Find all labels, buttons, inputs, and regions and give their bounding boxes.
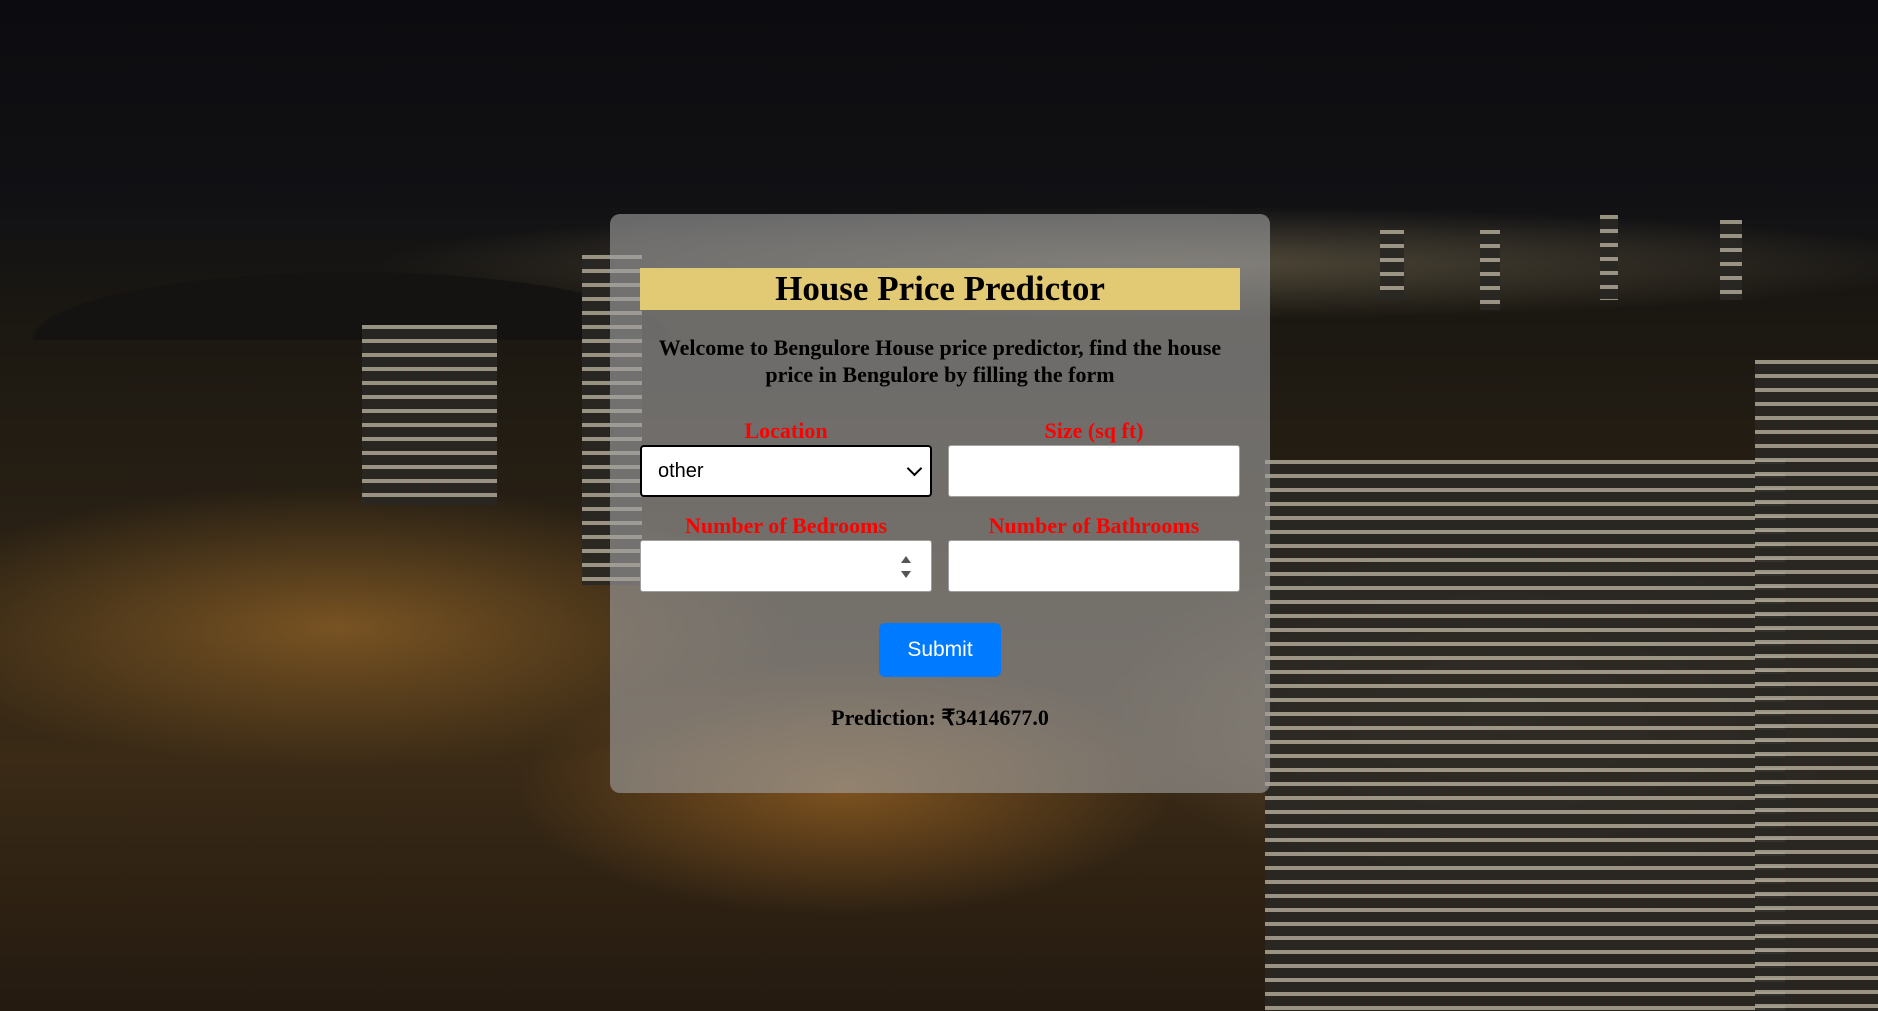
bedrooms-input[interactable]: [640, 540, 932, 592]
chevron-down-icon: [906, 460, 923, 476]
background-building: [1755, 360, 1878, 1011]
intro-text: Welcome to Bengulore House price predict…: [658, 335, 1222, 387]
location-label: Location: [744, 418, 828, 443]
size-label: Size (sq ft): [1044, 418, 1144, 443]
predictor-card: House Price Predictor Welcome to Bengulo…: [610, 214, 1270, 793]
bathrooms-label: Number of Bathrooms: [988, 513, 1200, 538]
spinner-icon[interactable]: [901, 556, 911, 578]
size-input[interactable]: [948, 445, 1240, 497]
background-building: [1380, 230, 1404, 300]
background-building: [362, 325, 497, 505]
background-building: [1600, 215, 1618, 300]
bedrooms-label: Number of Bedrooms: [684, 513, 888, 538]
background-building: [1265, 460, 1785, 1011]
location-select[interactable]: other: [640, 445, 932, 497]
spinner-up-icon[interactable]: [901, 556, 911, 563]
background-building: [1480, 230, 1500, 310]
page-title: House Price Predictor: [775, 269, 1105, 308]
title-bar: House Price Predictor: [640, 268, 1240, 310]
submit-button[interactable]: Submit: [879, 623, 1001, 677]
prediction-result: Prediction: ₹3414677.0: [831, 705, 1049, 730]
location-selected-value: other: [658, 459, 704, 482]
bathrooms-input[interactable]: [948, 540, 1240, 592]
spinner-down-icon[interactable]: [901, 571, 911, 578]
background-building: [1720, 220, 1742, 300]
